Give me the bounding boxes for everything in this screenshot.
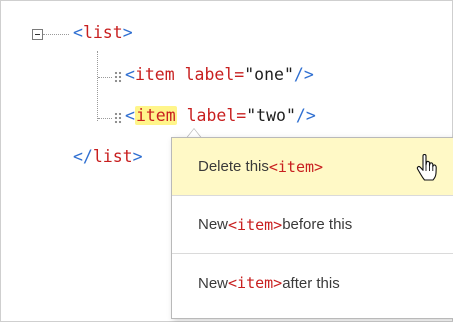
drag-handle-icon[interactable] <box>114 71 122 83</box>
item-two-tag[interactable]: <item label="two"/> <box>125 106 316 125</box>
menu-item-tag: <item> <box>268 157 324 176</box>
attribute-name: label= <box>176 106 247 125</box>
tag-bracket: /> <box>295 106 316 125</box>
collapse-toggle-icon[interactable] <box>32 29 43 40</box>
menu-item-new-before[interactable]: New <item> before this <box>172 196 453 254</box>
tag-bracket: > <box>132 147 143 166</box>
menu-item-tag: <item> <box>228 215 283 234</box>
menu-item-delete[interactable]: Delete this <item> <box>172 138 453 196</box>
tree-connector <box>43 34 69 35</box>
menu-item-new-after[interactable]: New <item> after this <box>172 254 453 312</box>
menu-item-label: after this <box>282 274 340 292</box>
context-menu: Delete this <item> New <item> before thi… <box>171 137 453 319</box>
item-one-tag[interactable]: <item label="one"/> <box>125 65 314 84</box>
menu-item-label: New <box>198 274 229 292</box>
menu-item-label: New <box>198 216 229 233</box>
element-name: list <box>92 147 133 166</box>
tree-connector <box>98 118 112 119</box>
drag-handle-icon[interactable] <box>114 112 122 124</box>
attribute-name: label= <box>174 65 245 84</box>
tag-bracket: < <box>73 23 83 42</box>
tag-bracket: </ <box>73 147 93 166</box>
attribute-value: "two" <box>246 106 296 125</box>
tag-bracket: > <box>122 23 133 42</box>
list-close-tag[interactable]: </list> <box>73 147 143 166</box>
list-open-tag[interactable]: <list> <box>73 23 133 42</box>
tag-bracket: /> <box>293 65 314 84</box>
menu-item-label: Delete this <box>198 158 269 175</box>
menu-item-tag: <item> <box>228 274 283 292</box>
element-name-highlighted[interactable]: item <box>134 106 177 125</box>
tree-connector <box>98 77 112 78</box>
menu-item-label: before this <box>282 216 353 233</box>
hand-pointer-icon <box>416 154 437 181</box>
attribute-value: "one" <box>244 65 294 84</box>
element-name: list <box>82 23 123 42</box>
tag-bracket: < <box>125 106 135 125</box>
tag-bracket: < <box>125 65 135 84</box>
element-name: item <box>134 65 175 84</box>
tree-guide-line <box>97 51 98 121</box>
